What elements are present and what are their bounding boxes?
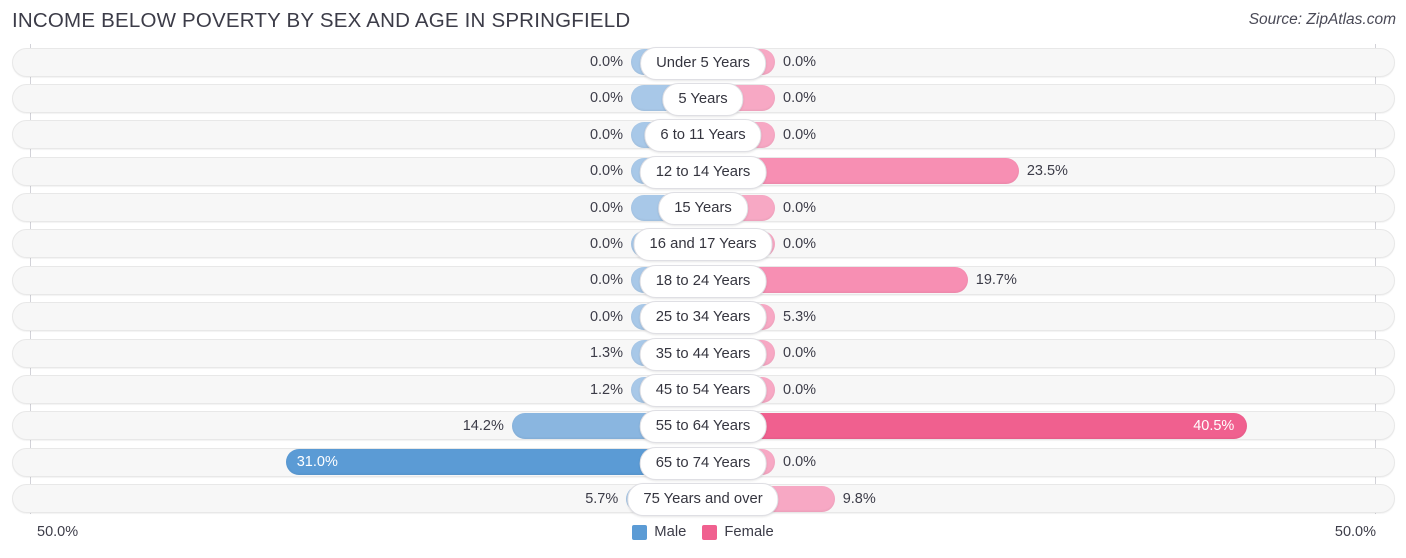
chart-plot-area: 0.0% 0.0% Under 5 Years 0.0% 0.0% 5 Years 0.0%… <box>0 44 1406 517</box>
bar-row-label: 16 and 17 Years <box>633 228 773 262</box>
bar-value-female: 0.0% <box>783 381 817 398</box>
bar-row: 1.3% 0.0% 35 to 44 Years <box>0 335 1406 371</box>
bar-row-label: 12 to 14 Years <box>639 155 767 189</box>
legend-label-female: Female <box>724 524 774 540</box>
legend-label-male: Male <box>654 524 687 540</box>
chart-header: INCOME BELOW POVERTY BY SEX AND AGE IN S… <box>0 0 1406 42</box>
legend-item-male[interactable]: Male <box>632 524 686 540</box>
bar-value-female: 19.7% <box>975 272 1017 289</box>
bar-value-female: 5.3% <box>783 308 817 325</box>
bar-value-female: 0.0% <box>783 454 817 471</box>
bar-row: 0.0% 0.0% Under 5 Years <box>0 44 1406 80</box>
bar-row-label: 5 Years <box>662 82 744 116</box>
bar-row-label: 25 to 34 Years <box>639 301 767 335</box>
bar-value-female: 23.5% <box>1026 163 1068 180</box>
bar-value-male: 0.0% <box>589 235 623 252</box>
legend-swatch-male-icon <box>632 524 648 540</box>
bar-value-male: 1.2% <box>589 381 623 398</box>
chart-legend: Male Female <box>0 524 1406 540</box>
bar-value-male: 0.0% <box>589 272 623 289</box>
bar-row-label: 18 to 24 Years <box>639 264 767 298</box>
source-attribution: Source: ZipAtlas.com <box>1248 11 1396 28</box>
bar-row: 5.7% 9.8% 75 Years and over <box>0 481 1406 517</box>
bar-row-label: 35 to 44 Years <box>639 337 767 371</box>
bar-value-male: 5.7% <box>585 490 619 507</box>
bar-value-male: 0.0% <box>589 308 623 325</box>
bar-value-male: 0.0% <box>589 90 623 107</box>
bar-value-female: 0.0% <box>783 199 817 216</box>
bar-row: 0.0% 19.7% 18 to 24 Years <box>0 262 1406 298</box>
bar-row-label: 75 Years and over <box>627 483 779 517</box>
bar-value-male: 0.0% <box>589 54 623 70</box>
bar-value-male: 31.0% <box>296 454 338 471</box>
bar-row-label: 6 to 11 Years <box>644 119 762 153</box>
bar-row-label: 65 to 74 Years <box>639 446 767 480</box>
bar-value-female: 0.0% <box>783 126 817 143</box>
bar-value-female: 9.8% <box>842 490 876 507</box>
bar-value-female: 0.0% <box>783 90 817 107</box>
bar-value-female: 0.0% <box>783 345 817 362</box>
bar-row: 0.0% 23.5% 12 to 14 Years <box>0 153 1406 189</box>
bar-value-female: 40.5% <box>1193 417 1235 434</box>
legend-item-female[interactable]: Female <box>702 524 774 540</box>
page-title: INCOME BELOW POVERTY BY SEX AND AGE IN S… <box>12 9 631 32</box>
bar-value-male: 0.0% <box>589 199 623 216</box>
bar-row: 0.0% 0.0% 6 to 11 Years <box>0 117 1406 153</box>
bar-row-label: 45 to 54 Years <box>639 374 767 408</box>
bar-row: 14.2% 40.5% 55 to 64 Years <box>0 408 1406 444</box>
bar-row: 0.0% 0.0% 15 Years <box>0 190 1406 226</box>
bar-row: 0.0% 0.0% 16 and 17 Years <box>0 226 1406 262</box>
bar-value-male: 1.3% <box>589 345 623 362</box>
bar-rows-container: 0.0% 0.0% Under 5 Years 0.0% 0.0% 5 Years 0.0%… <box>0 44 1406 517</box>
bar-value-female: 0.0% <box>783 235 817 252</box>
bar-value-male: 0.0% <box>589 126 623 143</box>
bar-row: 31.0% 0.0% 65 to 74 Years <box>0 444 1406 480</box>
bar-row-label: Under 5 Years <box>640 46 766 80</box>
chart-footer: 50.0% 50.0% Male Female <box>0 514 1406 558</box>
bar-row: 0.0% 5.3% 25 to 34 Years <box>0 299 1406 335</box>
bar-row: 0.0% 0.0% 5 Years <box>0 80 1406 116</box>
legend-swatch-female-icon <box>702 524 718 540</box>
bar-row-label: 55 to 64 Years <box>639 410 767 444</box>
bar-value-female: 0.0% <box>783 54 817 70</box>
bar-row-label: 15 Years <box>658 192 748 226</box>
bar-row: 1.2% 0.0% 45 to 54 Years <box>0 372 1406 408</box>
bar-value-male: 0.0% <box>589 163 623 180</box>
